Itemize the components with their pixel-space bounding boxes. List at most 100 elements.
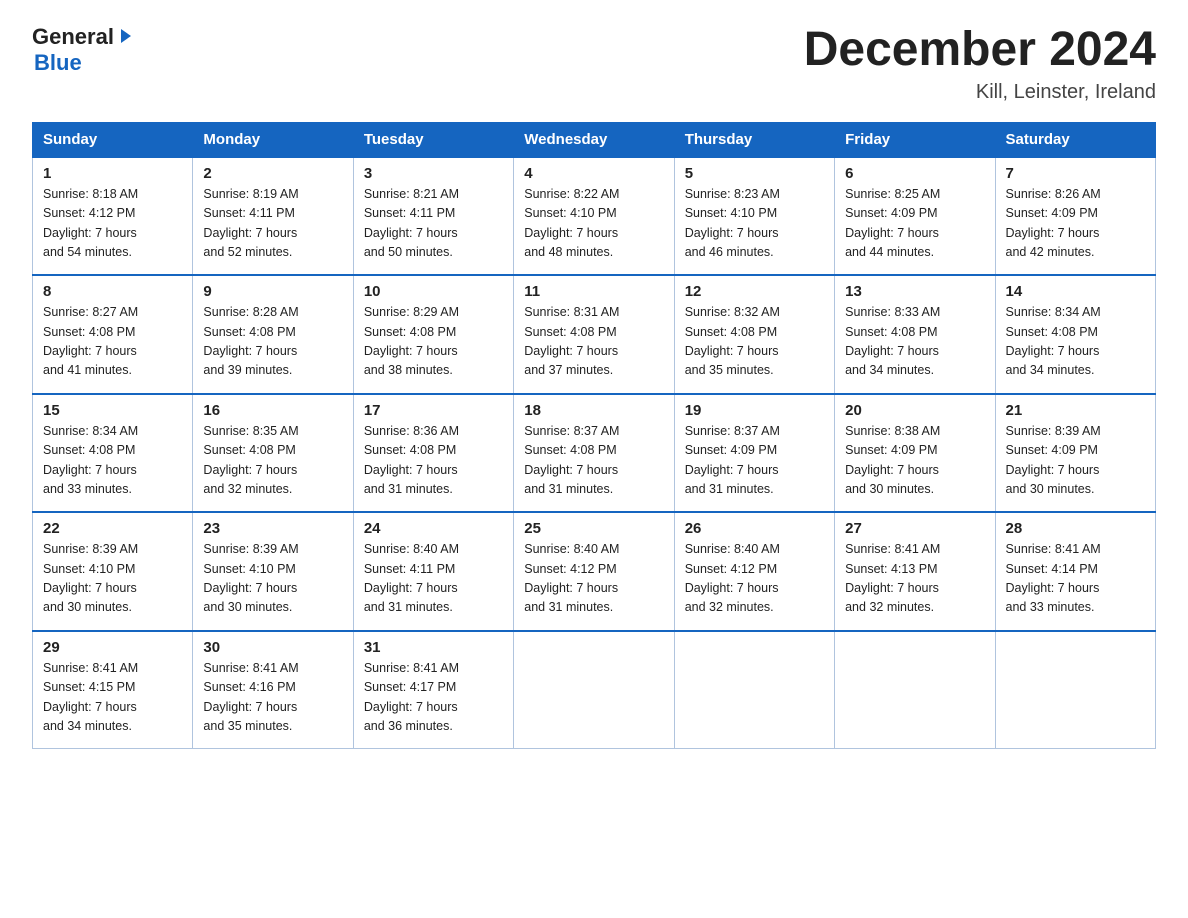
day-info: Sunrise: 8:25 AM Sunset: 4:09 PM Dayligh… [845, 185, 984, 263]
day-number: 6 [845, 165, 984, 182]
calendar-cell [514, 631, 674, 749]
calendar-table: SundayMondayTuesdayWednesdayThursdayFrid… [32, 122, 1156, 750]
column-header-monday: Monday [193, 122, 353, 157]
day-number: 31 [364, 639, 503, 656]
day-number: 17 [364, 402, 503, 419]
calendar-cell: 10 Sunrise: 8:29 AM Sunset: 4:08 PM Dayl… [353, 275, 513, 394]
calendar-cell [674, 631, 834, 749]
day-info: Sunrise: 8:41 AM Sunset: 4:14 PM Dayligh… [1006, 540, 1145, 618]
calendar-cell: 3 Sunrise: 8:21 AM Sunset: 4:11 PM Dayli… [353, 157, 513, 276]
page-header: General Blue December 2024 Kill, Leinste… [32, 24, 1156, 104]
day-number: 2 [203, 165, 342, 182]
day-info: Sunrise: 8:37 AM Sunset: 4:09 PM Dayligh… [685, 422, 824, 500]
calendar-cell: 25 Sunrise: 8:40 AM Sunset: 4:12 PM Dayl… [514, 512, 674, 631]
calendar-cell [835, 631, 995, 749]
day-info: Sunrise: 8:41 AM Sunset: 4:16 PM Dayligh… [203, 659, 342, 737]
calendar-cell: 2 Sunrise: 8:19 AM Sunset: 4:11 PM Dayli… [193, 157, 353, 276]
calendar-cell: 26 Sunrise: 8:40 AM Sunset: 4:12 PM Dayl… [674, 512, 834, 631]
logo-blue-text: Blue [32, 50, 135, 76]
day-info: Sunrise: 8:32 AM Sunset: 4:08 PM Dayligh… [685, 303, 824, 381]
calendar-cell: 24 Sunrise: 8:40 AM Sunset: 4:11 PM Dayl… [353, 512, 513, 631]
day-number: 18 [524, 402, 663, 419]
calendar-cell: 23 Sunrise: 8:39 AM Sunset: 4:10 PM Dayl… [193, 512, 353, 631]
calendar-cell: 18 Sunrise: 8:37 AM Sunset: 4:08 PM Dayl… [514, 394, 674, 513]
day-number: 21 [1006, 402, 1145, 419]
day-number: 19 [685, 402, 824, 419]
day-number: 11 [524, 283, 663, 300]
day-number: 26 [685, 520, 824, 537]
column-header-friday: Friday [835, 122, 995, 157]
calendar-cell: 5 Sunrise: 8:23 AM Sunset: 4:10 PM Dayli… [674, 157, 834, 276]
calendar-header-row: SundayMondayTuesdayWednesdayThursdayFrid… [33, 122, 1156, 157]
calendar-cell: 20 Sunrise: 8:38 AM Sunset: 4:09 PM Dayl… [835, 394, 995, 513]
calendar-cell: 31 Sunrise: 8:41 AM Sunset: 4:17 PM Dayl… [353, 631, 513, 749]
day-number: 4 [524, 165, 663, 182]
calendar-week-row: 1 Sunrise: 8:18 AM Sunset: 4:12 PM Dayli… [33, 157, 1156, 276]
column-header-thursday: Thursday [674, 122, 834, 157]
day-number: 12 [685, 283, 824, 300]
day-info: Sunrise: 8:34 AM Sunset: 4:08 PM Dayligh… [43, 422, 182, 500]
day-number: 5 [685, 165, 824, 182]
column-header-sunday: Sunday [33, 122, 193, 157]
day-info: Sunrise: 8:38 AM Sunset: 4:09 PM Dayligh… [845, 422, 984, 500]
logo-general-text: General [32, 24, 114, 50]
day-number: 15 [43, 402, 182, 419]
day-info: Sunrise: 8:28 AM Sunset: 4:08 PM Dayligh… [203, 303, 342, 381]
calendar-cell: 12 Sunrise: 8:32 AM Sunset: 4:08 PM Dayl… [674, 275, 834, 394]
day-info: Sunrise: 8:41 AM Sunset: 4:15 PM Dayligh… [43, 659, 182, 737]
logo: General Blue [32, 24, 135, 76]
page-title: December 2024 [804, 24, 1156, 77]
day-info: Sunrise: 8:22 AM Sunset: 4:10 PM Dayligh… [524, 185, 663, 263]
calendar-cell: 6 Sunrise: 8:25 AM Sunset: 4:09 PM Dayli… [835, 157, 995, 276]
calendar-cell [995, 631, 1155, 749]
day-number: 30 [203, 639, 342, 656]
page-location: Kill, Leinster, Ireland [804, 81, 1156, 104]
title-block: December 2024 Kill, Leinster, Ireland [804, 24, 1156, 104]
day-number: 7 [1006, 165, 1145, 182]
day-number: 8 [43, 283, 182, 300]
calendar-cell: 29 Sunrise: 8:41 AM Sunset: 4:15 PM Dayl… [33, 631, 193, 749]
calendar-cell: 11 Sunrise: 8:31 AM Sunset: 4:08 PM Dayl… [514, 275, 674, 394]
column-header-tuesday: Tuesday [353, 122, 513, 157]
day-number: 9 [203, 283, 342, 300]
day-number: 25 [524, 520, 663, 537]
calendar-week-row: 8 Sunrise: 8:27 AM Sunset: 4:08 PM Dayli… [33, 275, 1156, 394]
day-info: Sunrise: 8:23 AM Sunset: 4:10 PM Dayligh… [685, 185, 824, 263]
day-info: Sunrise: 8:39 AM Sunset: 4:10 PM Dayligh… [43, 540, 182, 618]
calendar-week-row: 15 Sunrise: 8:34 AM Sunset: 4:08 PM Dayl… [33, 394, 1156, 513]
column-header-saturday: Saturday [995, 122, 1155, 157]
day-info: Sunrise: 8:18 AM Sunset: 4:12 PM Dayligh… [43, 185, 182, 263]
day-info: Sunrise: 8:31 AM Sunset: 4:08 PM Dayligh… [524, 303, 663, 381]
calendar-cell: 13 Sunrise: 8:33 AM Sunset: 4:08 PM Dayl… [835, 275, 995, 394]
calendar-cell: 16 Sunrise: 8:35 AM Sunset: 4:08 PM Dayl… [193, 394, 353, 513]
calendar-cell: 1 Sunrise: 8:18 AM Sunset: 4:12 PM Dayli… [33, 157, 193, 276]
calendar-cell: 21 Sunrise: 8:39 AM Sunset: 4:09 PM Dayl… [995, 394, 1155, 513]
day-number: 24 [364, 520, 503, 537]
day-info: Sunrise: 8:36 AM Sunset: 4:08 PM Dayligh… [364, 422, 503, 500]
day-info: Sunrise: 8:33 AM Sunset: 4:08 PM Dayligh… [845, 303, 984, 381]
calendar-cell: 28 Sunrise: 8:41 AM Sunset: 4:14 PM Dayl… [995, 512, 1155, 631]
day-number: 10 [364, 283, 503, 300]
logo-arrow-icon [117, 27, 135, 50]
calendar-cell: 27 Sunrise: 8:41 AM Sunset: 4:13 PM Dayl… [835, 512, 995, 631]
day-info: Sunrise: 8:41 AM Sunset: 4:13 PM Dayligh… [845, 540, 984, 618]
day-info: Sunrise: 8:19 AM Sunset: 4:11 PM Dayligh… [203, 185, 342, 263]
calendar-week-row: 22 Sunrise: 8:39 AM Sunset: 4:10 PM Dayl… [33, 512, 1156, 631]
day-info: Sunrise: 8:26 AM Sunset: 4:09 PM Dayligh… [1006, 185, 1145, 263]
day-number: 3 [364, 165, 503, 182]
calendar-cell: 14 Sunrise: 8:34 AM Sunset: 4:08 PM Dayl… [995, 275, 1155, 394]
day-info: Sunrise: 8:27 AM Sunset: 4:08 PM Dayligh… [43, 303, 182, 381]
day-info: Sunrise: 8:41 AM Sunset: 4:17 PM Dayligh… [364, 659, 503, 737]
column-header-wednesday: Wednesday [514, 122, 674, 157]
calendar-cell: 22 Sunrise: 8:39 AM Sunset: 4:10 PM Dayl… [33, 512, 193, 631]
calendar-cell: 15 Sunrise: 8:34 AM Sunset: 4:08 PM Dayl… [33, 394, 193, 513]
day-info: Sunrise: 8:39 AM Sunset: 4:09 PM Dayligh… [1006, 422, 1145, 500]
day-info: Sunrise: 8:40 AM Sunset: 4:11 PM Dayligh… [364, 540, 503, 618]
day-number: 1 [43, 165, 182, 182]
calendar-cell: 9 Sunrise: 8:28 AM Sunset: 4:08 PM Dayli… [193, 275, 353, 394]
day-number: 14 [1006, 283, 1145, 300]
day-info: Sunrise: 8:21 AM Sunset: 4:11 PM Dayligh… [364, 185, 503, 263]
day-number: 28 [1006, 520, 1145, 537]
calendar-cell: 8 Sunrise: 8:27 AM Sunset: 4:08 PM Dayli… [33, 275, 193, 394]
day-info: Sunrise: 8:35 AM Sunset: 4:08 PM Dayligh… [203, 422, 342, 500]
